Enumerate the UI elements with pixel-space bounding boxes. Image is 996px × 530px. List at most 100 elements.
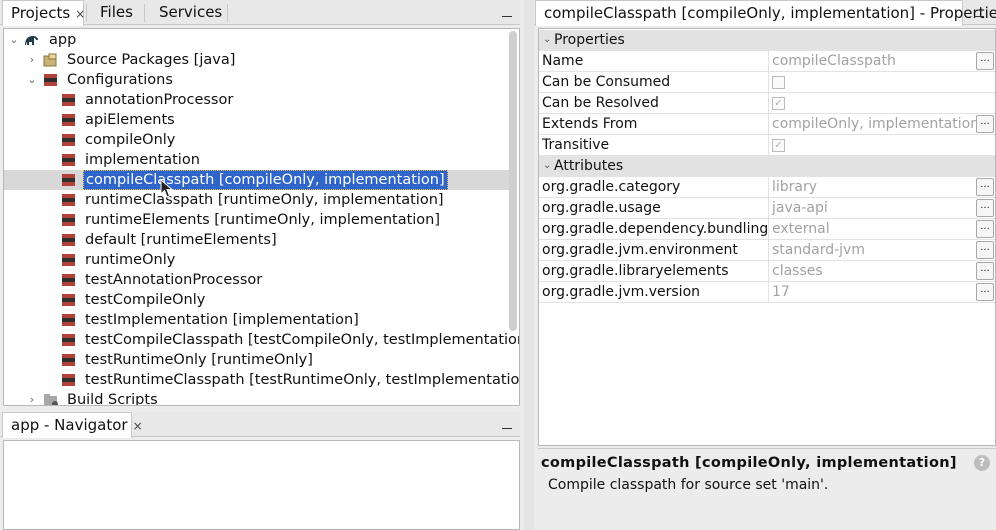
tab-divider xyxy=(227,4,228,22)
attribute-row[interactable]: org.gradle.libraryelements classes... xyxy=(539,261,995,282)
tree-node-configuration[interactable]: compileOnly xyxy=(4,130,510,150)
property-sheet[interactable]: ⌄ Properties Name compileClasspath... Can … xyxy=(538,28,996,446)
ellipsis-button[interactable]: ... xyxy=(976,241,994,259)
tree-node-label: Source Packages [java] xyxy=(67,52,236,68)
tree-scrollbar-thumb[interactable] xyxy=(509,31,517,331)
tree-node-source-packages[interactable]: › Source Packages [java] xyxy=(4,50,510,70)
property-row[interactable]: Can be Consumed xyxy=(539,72,995,93)
tree-node-build-scripts[interactable]: › Build Scripts xyxy=(4,390,510,405)
tab-services[interactable]: Services xyxy=(151,0,230,25)
splitter[interactable] xyxy=(524,0,534,530)
tree-node-label: testRuntimeClasspath [testRuntimeOnly, t… xyxy=(85,372,520,388)
tree-node-label: apiElements xyxy=(85,112,175,128)
expand-chevron-icon[interactable]: › xyxy=(26,390,38,405)
property-checkbox[interactable]: ✓ xyxy=(772,139,785,152)
tab-properties-label: compileClasspath [compileOnly, implement… xyxy=(544,4,996,22)
tree-node-label: runtimeOnly xyxy=(85,252,176,268)
tree-node-label: default [runtimeElements] xyxy=(85,232,277,248)
tree-node-configurations[interactable]: ⌄ Configurations xyxy=(4,70,510,90)
attribute-value[interactable]: external xyxy=(772,219,830,239)
close-icon[interactable]: × xyxy=(75,7,85,21)
property-name: Can be Consumed xyxy=(541,72,769,92)
tree-node-label: implementation xyxy=(85,152,200,168)
tree-node-configuration[interactable]: apiElements xyxy=(4,110,510,130)
tree-node-configuration[interactable]: testRuntimeClasspath [testRuntimeOnly, t… xyxy=(4,370,519,390)
attribute-value[interactable]: standard-jvm xyxy=(772,240,865,260)
category-properties[interactable]: ⌄ Properties xyxy=(539,30,995,51)
description-text: Compile classpath for source set 'main'. xyxy=(548,477,829,493)
tree-node-configuration[interactable]: implementation xyxy=(4,150,510,170)
minimize-icon[interactable] xyxy=(502,16,512,17)
attribute-name: org.gradle.category xyxy=(541,177,769,197)
category-label: Properties xyxy=(554,32,625,48)
attribute-row[interactable]: org.gradle.jvm.environment standard-jvm..… xyxy=(539,240,995,261)
tree-node-label: annotationProcessor xyxy=(85,92,234,108)
attribute-row[interactable]: org.gradle.dependency.bundling external..… xyxy=(539,219,995,240)
expand-chevron-icon[interactable]: › xyxy=(26,50,38,70)
property-value[interactable]: compileClasspath xyxy=(772,51,896,71)
property-value[interactable]: compileOnly, implementation xyxy=(772,114,979,134)
ellipsis-button[interactable]: ... xyxy=(976,115,994,133)
tree-node-configuration[interactable]: testAnnotationProcessor xyxy=(4,270,510,290)
property-checkbox[interactable]: ✓ xyxy=(772,97,785,110)
navigator-tab-bar: app - Navigator × xyxy=(0,412,520,438)
tree-node-configuration[interactable]: annotationProcessor xyxy=(4,90,510,110)
ellipsis-button[interactable]: ... xyxy=(976,220,994,238)
attribute-value[interactable]: classes xyxy=(772,261,823,281)
books-icon xyxy=(44,74,57,86)
collapse-chevron-icon[interactable]: ⌄ xyxy=(543,30,551,50)
tree-node-label: runtimeElements [runtimeOnly, implementa… xyxy=(85,212,441,228)
tree-node-configuration[interactable]: testImplementation [implementation] xyxy=(4,310,510,330)
tab-navigator[interactable]: app - Navigator × xyxy=(2,412,143,438)
books-icon xyxy=(62,94,75,106)
ellipsis-button[interactable]: ... xyxy=(976,52,994,70)
tree-node-configuration[interactable]: testCompileClasspath [testCompileOnly, t… xyxy=(4,330,519,350)
attribute-row[interactable]: org.gradle.jvm.version 17... xyxy=(539,282,995,303)
tree-node-configuration[interactable]: runtimeClasspath [runtimeOnly, implement… xyxy=(4,190,510,210)
property-row[interactable]: Extends From compileOnly, implementation.… xyxy=(539,114,995,135)
attribute-value[interactable]: 17 xyxy=(772,282,790,302)
books-icon xyxy=(62,314,75,326)
tab-files[interactable]: Files xyxy=(92,0,141,25)
tree-node-configuration[interactable]: default [runtimeElements] xyxy=(4,230,510,250)
ellipsis-button[interactable]: ... xyxy=(976,283,994,301)
tree-node-configuration[interactable]: testCompileOnly xyxy=(4,290,510,310)
tree-node-configuration[interactable]: compileClasspath [compileOnly, implement… xyxy=(4,170,510,190)
books-icon xyxy=(62,294,75,306)
collapse-chevron-icon[interactable]: ⌄ xyxy=(26,70,38,90)
tree-node-configuration[interactable]: runtimeOnly xyxy=(4,250,510,270)
books-icon xyxy=(62,334,75,346)
property-row[interactable]: Name compileClasspath... xyxy=(539,51,995,72)
tree-node-configuration[interactable]: runtimeElements [runtimeOnly, implementa… xyxy=(4,210,510,230)
navigator-panel[interactable] xyxy=(3,440,520,530)
attribute-row[interactable]: org.gradle.usage java-api... xyxy=(539,198,995,219)
collapse-chevron-icon[interactable]: ⌄ xyxy=(543,156,551,176)
property-row[interactable]: Can be Resolved ✓ xyxy=(539,93,995,114)
package-folder-icon xyxy=(43,53,57,67)
category-attributes[interactable]: ⌄ Attributes xyxy=(539,156,995,177)
ellipsis-button[interactable]: ... xyxy=(976,262,994,280)
minimize-icon[interactable] xyxy=(502,428,512,429)
attribute-value[interactable]: java-api xyxy=(772,198,828,218)
tree-node-label: testCompileClasspath [testCompileOnly, t… xyxy=(85,332,520,348)
attribute-row[interactable]: org.gradle.category library... xyxy=(539,177,995,198)
books-icon xyxy=(62,234,75,246)
tree-node-label: testRuntimeOnly [runtimeOnly] xyxy=(85,352,313,368)
property-checkbox[interactable] xyxy=(772,76,785,89)
minimize-icon[interactable] xyxy=(974,16,984,17)
tab-properties[interactable]: compileClasspath [compileOnly, implement… xyxy=(535,0,996,26)
attribute-value[interactable]: library xyxy=(772,177,817,197)
collapse-chevron-icon[interactable]: ⌄ xyxy=(8,30,20,50)
project-tree[interactable]: ⌄ app › Source Packages [java] ⌄ Configu… xyxy=(3,28,520,406)
property-row[interactable]: Transitive ✓ xyxy=(539,135,995,156)
books-icon xyxy=(62,134,75,146)
tab-projects[interactable]: Projects × xyxy=(2,0,85,26)
help-icon[interactable]: ? xyxy=(974,455,990,471)
tree-node-configuration[interactable]: testRuntimeOnly [runtimeOnly] xyxy=(4,350,510,370)
ellipsis-button[interactable]: ... xyxy=(976,178,994,196)
tree-node-app[interactable]: ⌄ app xyxy=(4,30,510,50)
attribute-name: org.gradle.dependency.bundling xyxy=(542,219,769,239)
close-icon[interactable]: × xyxy=(133,419,143,433)
ellipsis-button[interactable]: ... xyxy=(976,199,994,217)
tree-node-label: compileClasspath [compileOnly, implement… xyxy=(83,170,448,190)
